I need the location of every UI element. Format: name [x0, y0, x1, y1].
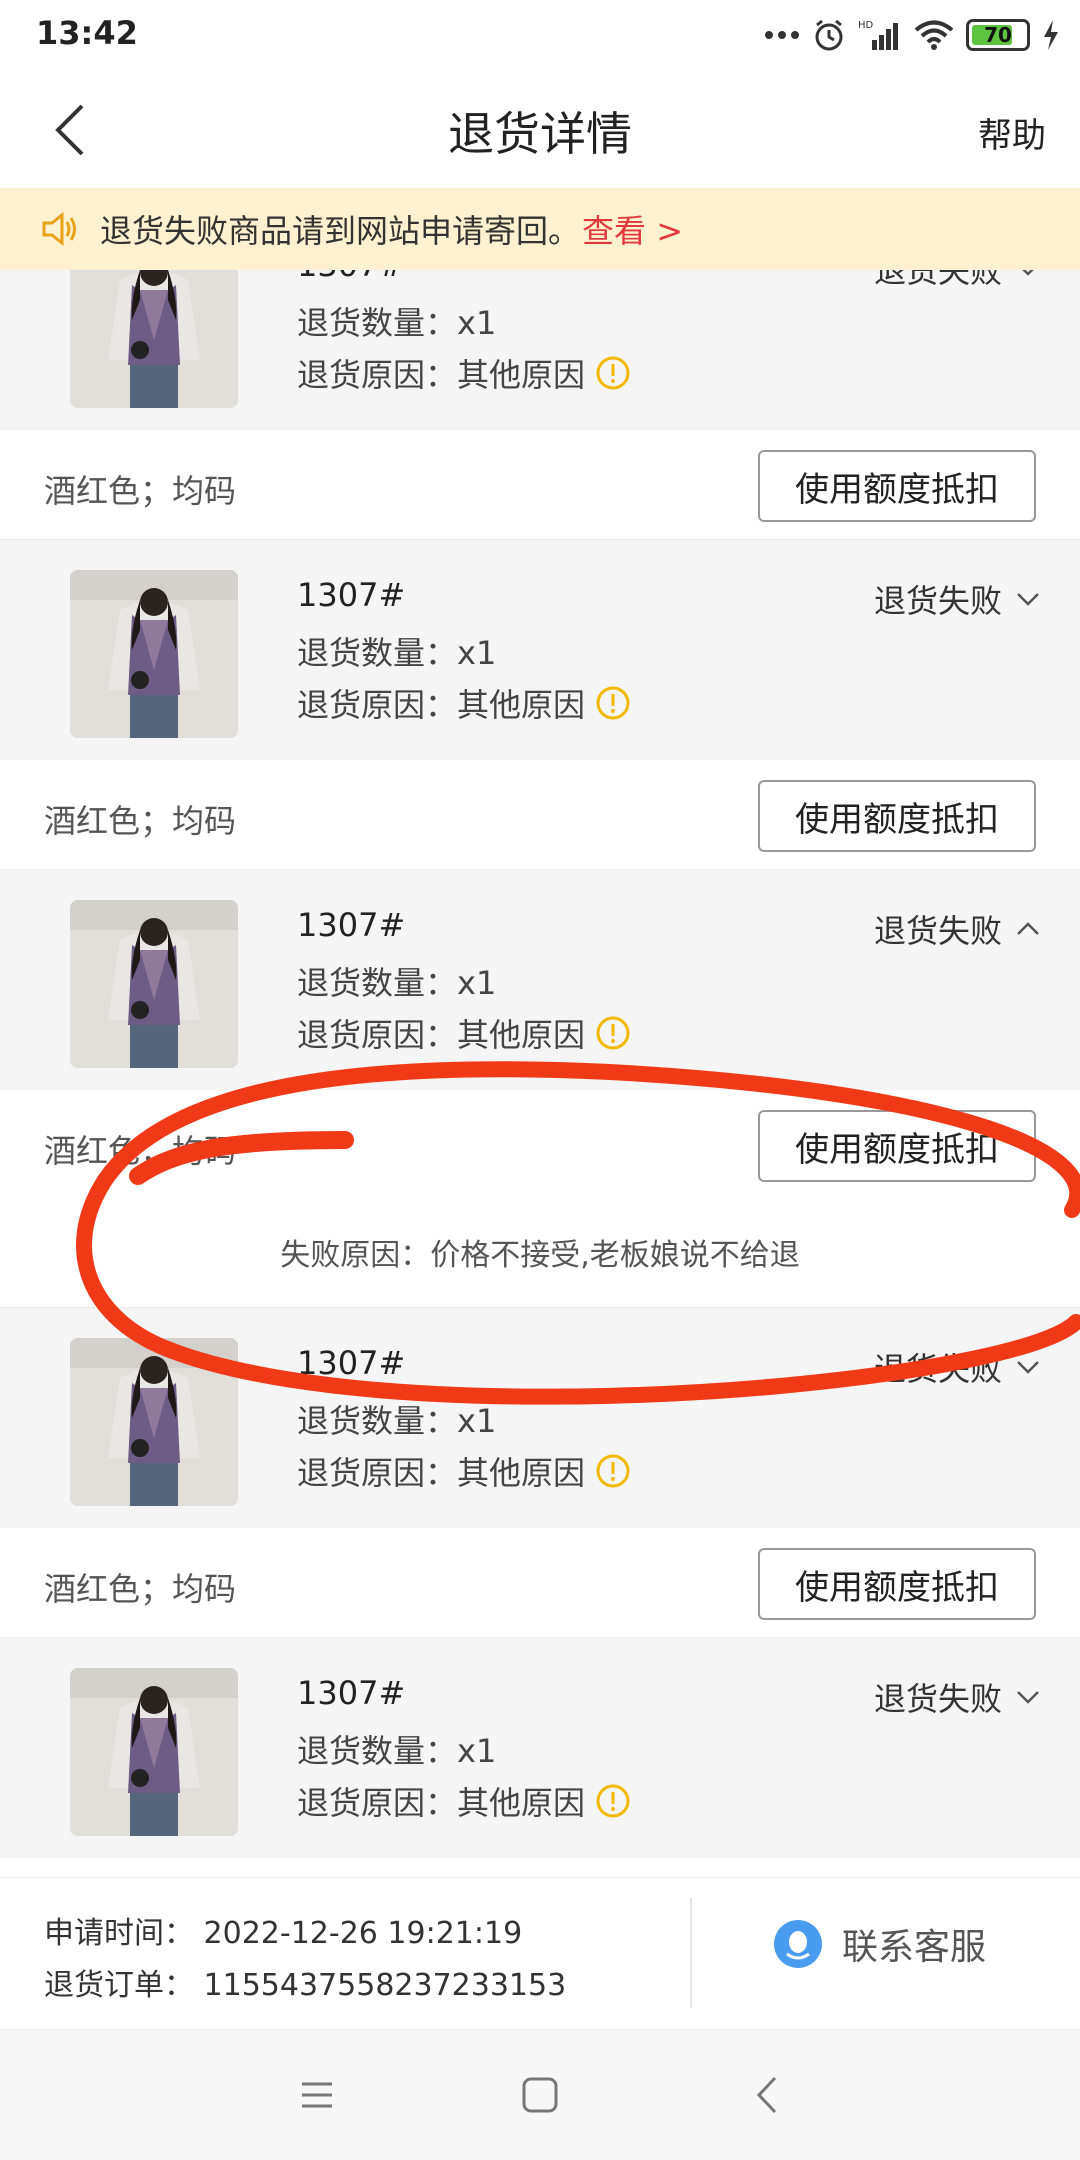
return-status[interactable]: 退货失败 — [874, 576, 1040, 622]
return-status-text: 退货失败 — [873, 270, 1002, 290]
product-sku: 1307# — [297, 270, 405, 284]
return-status-text: 退货失败 — [873, 1350, 1002, 1388]
product-row[interactable]: 1307# 退货数量：x1 退货原因：其他原因 退货失败 — [0, 270, 1080, 430]
product-thumbnail[interactable] — [70, 1338, 238, 1506]
return-quantity: 退货数量：x1 — [297, 304, 497, 342]
divider — [690, 1898, 692, 2008]
return-item-expanded: 1307# 退货数量：x1 退货原因：其他原因 退货失败 酒红色；均码 使用额度… — [0, 870, 1080, 1308]
use-credit-button[interactable]: 使用额度抵扣 — [758, 450, 1036, 522]
return-item: 1307# 退货数量：x1 退货原因：其他原因 退货失败 — [0, 1638, 1080, 1858]
use-credit-button[interactable]: 使用额度抵扣 — [758, 1548, 1036, 1620]
return-reason: 退货原因：其他原因 — [297, 350, 631, 396]
contact-service-button[interactable]: 联系客服 — [772, 1918, 986, 1970]
product-row[interactable]: 1307# 退货数量：x1 退货原因：其他原因 退货失败 — [0, 1638, 1080, 1858]
help-button[interactable]: 帮助 — [978, 108, 1046, 157]
return-status-text: 退货失败 — [873, 1680, 1002, 1718]
product-sku: 1307# — [297, 1674, 406, 1712]
return-reason-text: 退货原因：其他原因 — [297, 1016, 586, 1054]
spec-row: 酒红色；均码 使用额度抵扣 — [0, 760, 1080, 870]
spec-row: 酒红色；均码 使用额度抵扣 — [0, 1528, 1080, 1638]
product-row[interactable]: 1307# 退货数量：x1 退货原因：其他原因 退货失败 — [0, 1308, 1080, 1528]
return-quantity: 退货数量：x1 — [297, 1402, 497, 1440]
return-reason: 退货原因：其他原因 — [297, 1448, 631, 1494]
return-reason-text: 退货原因：其他原因 — [297, 1784, 586, 1822]
return-reason-text: 退货原因：其他原因 — [297, 356, 586, 394]
spec-row: 酒红色；均码 使用额度抵扣 — [0, 430, 1080, 540]
return-reason-text: 退货原因：其他原因 — [297, 686, 586, 724]
fail-reason-row: 失败原因：价格不接受,老板娘说不给退 — [0, 1200, 1080, 1308]
product-spec: 酒红色；均码 — [44, 1570, 237, 1608]
back-icon[interactable] — [743, 2070, 793, 2120]
chevron-down-icon — [1022, 270, 1034, 276]
warning-icon[interactable] — [595, 1783, 631, 1819]
return-reason: 退货原因：其他原因 — [297, 680, 631, 726]
product-row[interactable]: 1307# 退货数量：x1 退货原因：其他原因 退货失败 — [0, 870, 1080, 1090]
apply-time: 申请时间： 2022-12-26 19:21:19 — [44, 1916, 523, 1951]
return-quantity: 退货数量：x1 — [297, 1732, 497, 1770]
warning-icon[interactable] — [595, 1015, 631, 1051]
product-thumbnail[interactable] — [70, 270, 238, 408]
more-dots-icon — [765, 31, 799, 39]
speaker-icon — [42, 211, 76, 247]
return-item: 1307# 退货数量：x1 退货原因：其他原因 退货失败 酒红色；均码 使用额度… — [0, 1308, 1080, 1638]
product-sku: 1307# — [297, 1344, 406, 1382]
chevron-up-icon — [1017, 922, 1039, 935]
use-credit-button[interactable]: 使用额度抵扣 — [758, 1110, 1036, 1182]
nav-bar: 退货详情 帮助 — [0, 70, 1080, 188]
return-status-text: 退货失败 — [873, 912, 1002, 950]
contact-service-label: 联系客服 — [842, 1927, 987, 1968]
page-title: 退货详情 — [448, 107, 632, 161]
product-spec: 酒红色；均码 — [44, 802, 237, 840]
chevron-down-icon — [1017, 593, 1039, 606]
home-icon[interactable] — [515, 2070, 565, 2120]
product-thumbnail[interactable] — [70, 1668, 238, 1836]
return-quantity: 退货数量：x1 — [297, 964, 497, 1002]
product-spec: 酒红色；均码 — [44, 472, 237, 510]
status-bar: 13:42 HD 70 — [0, 0, 1080, 70]
battery-icon: 70 — [966, 19, 1030, 51]
return-status-text: 退货失败 — [873, 582, 1002, 620]
return-items-list[interactable]: 1307# 退货数量：x1 退货原因：其他原因 退货失败 酒红色；均码 使用额度… — [0, 270, 1080, 1877]
warning-icon[interactable] — [595, 685, 631, 721]
system-nav-bar — [0, 2029, 1080, 2160]
return-quantity: 退货数量：x1 — [297, 634, 497, 672]
charging-icon — [1044, 20, 1058, 50]
return-status[interactable]: 退货失败 — [874, 1674, 1040, 1720]
status-time: 13:42 — [36, 14, 138, 52]
return-reason: 退货原因：其他原因 — [297, 1778, 631, 1824]
customer-service-icon — [774, 1920, 822, 1968]
chevron-down-icon — [1017, 1361, 1039, 1374]
product-thumbnail[interactable] — [70, 570, 238, 738]
return-item: 1307# 退货数量：x1 退货原因：其他原因 退货失败 酒红色；均码 使用额度… — [0, 270, 1080, 540]
return-item: 1307# 退货数量：x1 退货原因：其他原因 退货失败 酒红色；均码 使用额度… — [0, 540, 1080, 870]
svg-text:HD: HD — [858, 20, 874, 31]
notice-text: 退货失败商品请到网站申请寄回。 — [100, 212, 581, 250]
menu-icon[interactable] — [292, 2070, 342, 2120]
alarm-icon — [815, 19, 843, 51]
notice-banner: 退货失败商品请到网站申请寄回。 查看 > — [0, 188, 1080, 270]
warning-icon[interactable] — [595, 1453, 631, 1489]
signal-icon: HD — [858, 20, 898, 50]
product-spec: 酒红色；均码 — [44, 1132, 237, 1170]
return-status[interactable]: 退货失败 — [874, 906, 1040, 952]
return-status[interactable]: 退货失败 — [874, 1344, 1040, 1390]
return-order-number: 退货订单： 1155437558237233153 — [44, 1968, 567, 2003]
status-icons: HD 70 — [764, 10, 1060, 60]
product-sku: 1307# — [297, 576, 406, 614]
battery-level: 70 — [984, 23, 1012, 47]
return-reason-text: 退货原因：其他原因 — [297, 1454, 586, 1492]
return-status[interactable]: 退货失败 — [874, 270, 1040, 292]
return-reason: 退货原因：其他原因 — [297, 1010, 631, 1056]
product-thumbnail[interactable] — [70, 900, 238, 1068]
product-sku: 1307# — [297, 906, 406, 944]
order-info-footer: 申请时间： 2022-12-26 19:21:19 退货订单： 11554375… — [0, 1877, 1080, 2029]
product-row[interactable]: 1307# 退货数量：x1 退货原因：其他原因 退货失败 — [0, 540, 1080, 760]
notice-view-link[interactable]: 查看 > — [582, 206, 683, 252]
chevron-down-icon — [1017, 1691, 1039, 1704]
use-credit-button[interactable]: 使用额度抵扣 — [758, 780, 1036, 852]
wifi-icon — [914, 20, 954, 50]
warning-icon[interactable] — [595, 355, 631, 391]
fail-reason-text: 失败原因：价格不接受,老板娘说不给退 — [280, 1238, 800, 1273]
spec-row: 酒红色；均码 使用额度抵扣 — [0, 1090, 1080, 1200]
